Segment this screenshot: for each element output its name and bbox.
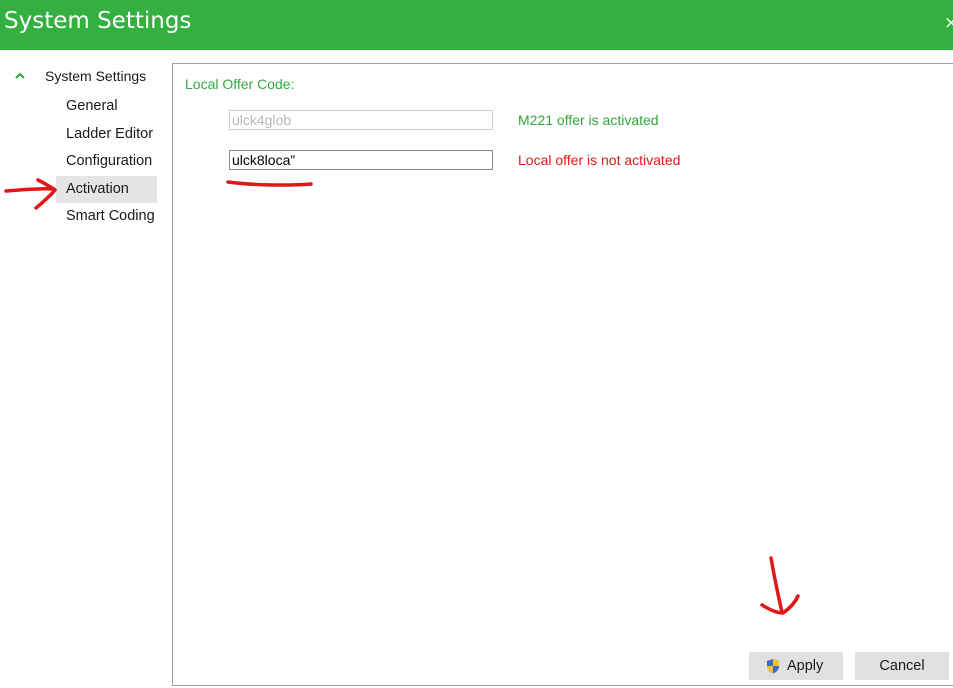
arrow-annotation-activation <box>4 178 57 210</box>
title-bar: System Settings × <box>0 0 953 50</box>
local-offer-code-field[interactable] <box>229 150 493 170</box>
m221-offer-status: M221 offer is activated <box>518 112 659 128</box>
chevron-up-icon[interactable] <box>14 66 26 86</box>
local-offer-status: Local offer is not activated <box>518 152 681 168</box>
close-icon[interactable]: × <box>944 13 953 33</box>
apply-button[interactable]: Apply <box>749 652 843 680</box>
sidebar-item-ladder-editor[interactable]: Ladder Editor <box>56 121 157 148</box>
sidebar-item-general[interactable]: General <box>56 93 157 120</box>
tree-root-label: System Settings <box>45 68 147 84</box>
tree-root-system-settings[interactable]: System Settings <box>0 66 170 88</box>
sidebar-item-smart-coding[interactable]: Smart Coding <box>56 203 157 230</box>
window-title: System Settings <box>4 8 192 34</box>
sidebar-item-activation[interactable]: Activation <box>56 176 157 203</box>
section-label: Local Offer Code: <box>185 76 295 92</box>
cancel-button[interactable]: Cancel <box>855 652 949 680</box>
sidebar-item-configuration[interactable]: Configuration <box>56 148 157 175</box>
apply-label: Apply <box>787 658 824 674</box>
uac-shield-icon <box>767 659 779 674</box>
m221-offer-code-field <box>229 110 493 130</box>
